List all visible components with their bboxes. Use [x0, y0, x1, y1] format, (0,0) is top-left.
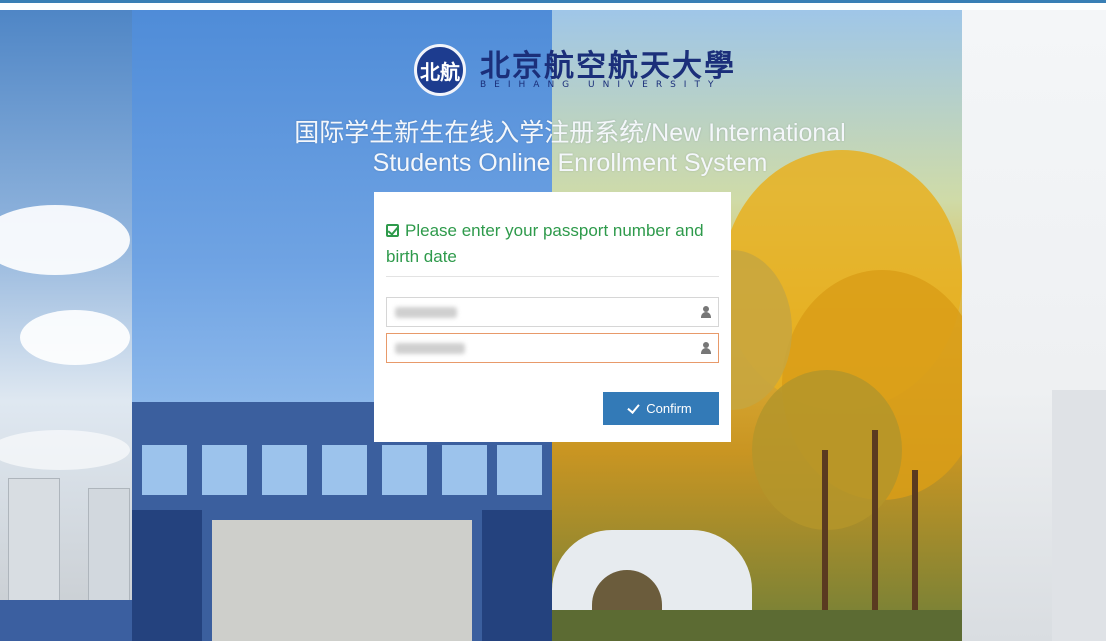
user-icon — [701, 342, 711, 354]
login-form-card: Please enter your passport number and bi… — [374, 192, 731, 442]
university-name-en: BEIHANG UNIVERSITY — [480, 80, 722, 90]
confirm-button[interactable]: Confirm — [603, 392, 719, 425]
background-far-right-panel — [962, 10, 1106, 641]
user-icon — [701, 306, 711, 318]
birth-date-field[interactable] — [386, 333, 719, 363]
form-prompt-text: Please enter your passport number and bi… — [386, 221, 704, 266]
page-title: 国际学生新生在线入学注册系统/New International Student… — [220, 118, 920, 178]
university-seal-icon: 北航 — [414, 44, 466, 96]
page-title-line2: Students Online Enrollment System — [372, 149, 768, 177]
redacted-passport-value — [395, 307, 457, 318]
page-title-line1: 国际学生新生在线入学注册系统/New International — [294, 119, 846, 147]
checkbox-check-icon — [386, 224, 399, 237]
university-name-cn: 北京航空航天大學 — [480, 49, 736, 84]
background-left-panel — [0, 10, 132, 641]
checkmark-icon — [627, 400, 640, 414]
university-logo: 北航 北京航空航天大學 BEIHANG UNIVERSITY — [414, 44, 736, 96]
redacted-birthdate-value — [395, 343, 465, 354]
top-bar — [0, 0, 1106, 10]
form-prompt: Please enter your passport number and bi… — [386, 218, 719, 277]
passport-number-field[interactable] — [386, 297, 719, 327]
